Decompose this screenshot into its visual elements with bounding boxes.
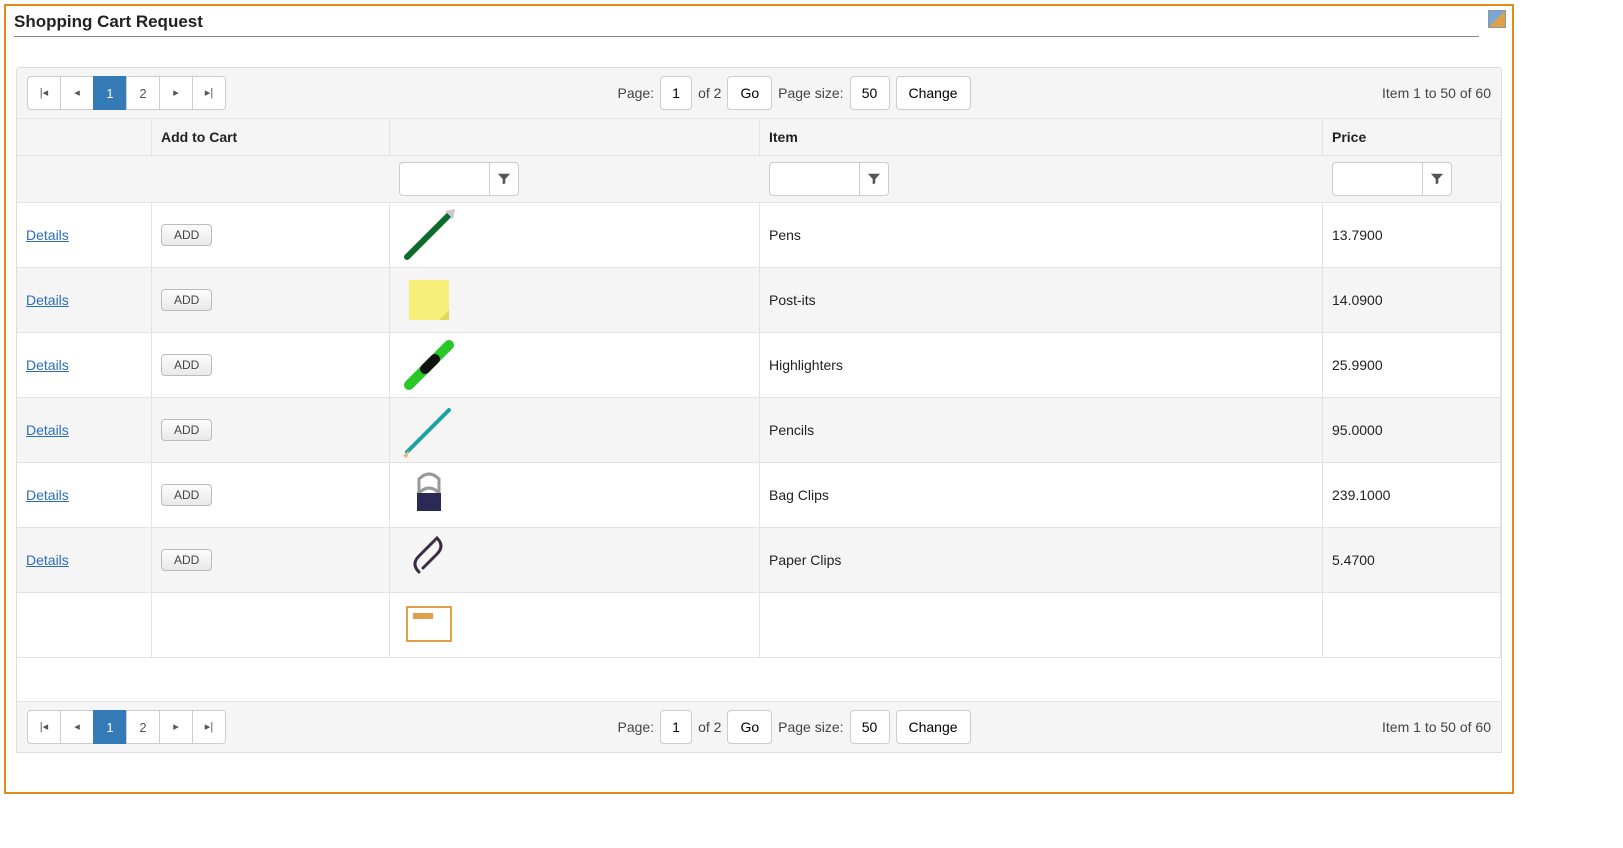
copy-icon[interactable] <box>1488 10 1506 28</box>
item-name: Highlighters <box>769 357 843 373</box>
item-name: Pencils <box>769 422 814 438</box>
filter-price-input[interactable] <box>1332 162 1422 196</box>
add-button[interactable]: ADD <box>161 224 212 246</box>
details-link[interactable]: Details <box>26 552 69 568</box>
product-image-pencil-icon <box>399 400 459 460</box>
details-link[interactable]: Details <box>26 487 69 503</box>
header-details <box>17 119 152 155</box>
range-text: Item 1 to 50 of 60 <box>1362 85 1491 101</box>
pager-first-button[interactable]: |◂ <box>27 76 61 110</box>
product-image-paperclip-icon <box>399 530 459 590</box>
table-row: Details ADD Pens 13.7900 <box>17 203 1501 268</box>
item-price: 25.9900 <box>1332 357 1383 373</box>
pager-last-button[interactable]: ▸| <box>192 710 226 744</box>
app-frame: Shopping Cart Request |◂ ◂ 1 2 ▸ ▸| Page… <box>4 4 1514 794</box>
filter-price-button[interactable] <box>1422 162 1452 196</box>
table-row: Details ADD Pencils 95.0000 <box>17 398 1501 463</box>
header-image <box>390 119 760 155</box>
change-button[interactable]: Change <box>896 710 971 744</box>
go-button[interactable]: Go <box>727 76 772 110</box>
pagesize-label: Page size: <box>778 85 843 101</box>
pager-bottom: |◂ ◂ 1 2 ▸ ▸| Page: of 2 Go Page size: C… <box>17 701 1501 752</box>
funnel-icon <box>1430 172 1444 186</box>
product-image-postit-icon <box>399 270 459 330</box>
page-label: Page: <box>617 85 654 101</box>
pager-mid: Page: of 2 Go Page size: Change <box>617 76 970 110</box>
page-input[interactable] <box>660 76 692 110</box>
pager-next-button[interactable]: ▸ <box>159 76 193 110</box>
grid: |◂ ◂ 1 2 ▸ ▸| Page: of 2 Go Page size: C… <box>16 67 1502 753</box>
product-image-icon <box>399 595 459 655</box>
pager-page-2-button[interactable]: 2 <box>126 710 160 744</box>
table-row: Details ADD Post-its 14.0900 <box>17 268 1501 333</box>
header-add-to-cart[interactable]: Add to Cart <box>152 119 390 155</box>
funnel-icon <box>497 172 511 186</box>
change-button[interactable]: Change <box>896 76 971 110</box>
column-headers: Add to Cart Item Price <box>17 119 1501 156</box>
item-name: Bag Clips <box>769 487 829 503</box>
table-row: Details ADD Highlighters 25.9900 <box>17 333 1501 398</box>
item-price: 95.0000 <box>1332 422 1383 438</box>
product-image-bagclip-icon <box>399 465 459 525</box>
pager-nav: |◂ ◂ 1 2 ▸ ▸| <box>27 76 226 110</box>
filter-item-input[interactable] <box>769 162 859 196</box>
page-title: Shopping Cart Request <box>14 12 203 31</box>
filter-image-input[interactable] <box>399 162 489 196</box>
details-link[interactable]: Details <box>26 422 69 438</box>
item-name: Pens <box>769 227 801 243</box>
pager-last-button[interactable]: ▸| <box>192 76 226 110</box>
product-image-pen-icon <box>399 205 459 265</box>
product-image-highlighter-icon <box>399 335 459 395</box>
details-link[interactable]: Details <box>26 357 69 373</box>
item-name: Post-its <box>769 292 816 308</box>
add-button[interactable]: ADD <box>161 354 212 376</box>
details-link[interactable]: Details <box>26 292 69 308</box>
of-label: of 2 <box>698 719 721 735</box>
table-row <box>17 593 1501 658</box>
header-price[interactable]: Price <box>1323 119 1501 155</box>
titlebar: Shopping Cart Request <box>6 6 1512 41</box>
pager-page-1-button[interactable]: 1 <box>93 76 127 110</box>
of-label: of 2 <box>698 85 721 101</box>
go-button[interactable]: Go <box>727 710 772 744</box>
pager-nav: |◂ ◂ 1 2 ▸ ▸| <box>27 710 226 744</box>
add-button[interactable]: ADD <box>161 549 212 571</box>
item-price: 14.0900 <box>1332 292 1383 308</box>
pager-page-2-button[interactable]: 2 <box>126 76 160 110</box>
table-row: Details ADD Paper Clips 5.4700 <box>17 528 1501 593</box>
add-button[interactable]: ADD <box>161 419 212 441</box>
pager-first-button[interactable]: |◂ <box>27 710 61 744</box>
table-row: Details ADD Bag Clips 239.1000 <box>17 463 1501 528</box>
pager-next-button[interactable]: ▸ <box>159 710 193 744</box>
pagesize-input[interactable] <box>850 76 890 110</box>
pager-mid: Page: of 2 Go Page size: Change <box>617 710 970 744</box>
funnel-icon <box>867 172 881 186</box>
title-divider <box>14 36 1479 37</box>
add-button[interactable]: ADD <box>161 484 212 506</box>
details-link[interactable]: Details <box>26 227 69 243</box>
pager-page-1-button[interactable]: 1 <box>93 710 127 744</box>
filter-row <box>17 156 1501 203</box>
item-price: 13.7900 <box>1332 227 1383 243</box>
range-text: Item 1 to 50 of 60 <box>1362 719 1491 735</box>
add-button[interactable]: ADD <box>161 289 212 311</box>
filter-item-button[interactable] <box>859 162 889 196</box>
pager-prev-button[interactable]: ◂ <box>60 76 94 110</box>
filter-image-button[interactable] <box>489 162 519 196</box>
pager-top: |◂ ◂ 1 2 ▸ ▸| Page: of 2 Go Page size: C… <box>17 68 1501 119</box>
page-label: Page: <box>617 719 654 735</box>
item-price: 5.4700 <box>1332 552 1375 568</box>
grid-body[interactable]: Details ADD Pens 13.7900 Details ADD Post-its 1… <box>17 203 1501 701</box>
page-input[interactable] <box>660 710 692 744</box>
pager-prev-button[interactable]: ◂ <box>60 710 94 744</box>
pagesize-label: Page size: <box>778 719 843 735</box>
item-name: Paper Clips <box>769 552 841 568</box>
pagesize-input[interactable] <box>850 710 890 744</box>
item-price: 239.1000 <box>1332 487 1390 503</box>
header-item[interactable]: Item <box>760 119 1323 155</box>
